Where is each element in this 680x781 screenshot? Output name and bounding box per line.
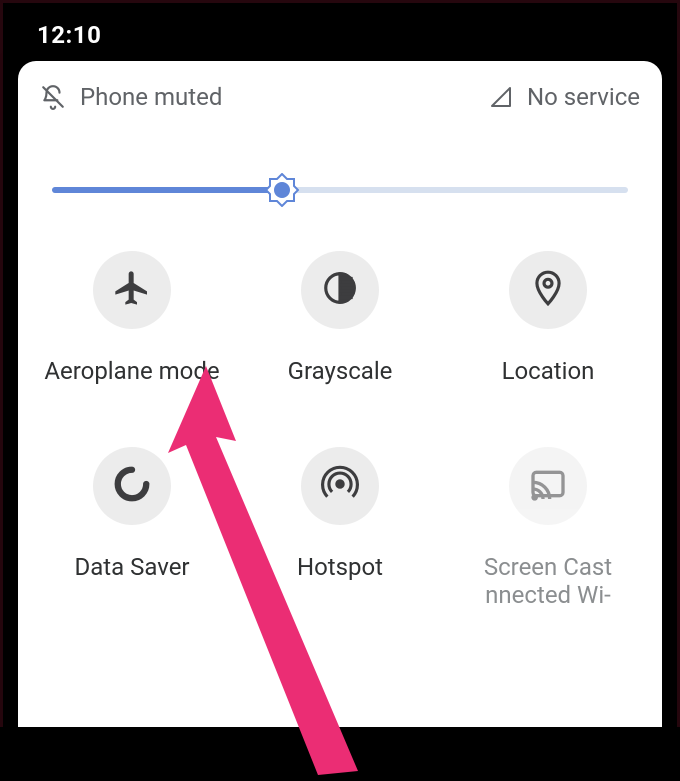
tile-location: Location [448, 251, 648, 387]
slider-thumb[interactable] [265, 173, 299, 207]
hotspot-label: Hotspot [297, 553, 383, 583]
grayscale-icon [321, 269, 359, 311]
grayscale-label: Grayscale [288, 357, 393, 387]
aeroplane-mode-icon [112, 268, 152, 312]
grayscale-toggle[interactable] [301, 251, 379, 329]
phone-muted-label: Phone muted [80, 83, 222, 111]
quick-settings-tiles: Aeroplane mode Grayscale Location Data Save… [18, 251, 662, 609]
tile-grayscale: Grayscale [240, 251, 440, 387]
data-saver-label: Data Saver [74, 553, 189, 583]
data-saver-icon [113, 465, 151, 507]
screen-cast-icon [528, 464, 568, 508]
aeroplane-mode-label: Aeroplane mode [44, 357, 219, 387]
hotspot-toggle[interactable] [301, 447, 379, 525]
status-row: Phone muted No service [18, 83, 662, 111]
quick-settings-panel: Phone muted No service Aeroplane mode Gra… [18, 61, 662, 727]
bell-off-icon [40, 84, 66, 110]
hotspot-icon [321, 465, 359, 507]
tile-data-saver: Data Saver [32, 447, 232, 609]
screen-cast-label: Screen Cast nnected Wi- [484, 553, 612, 609]
phone-muted-status[interactable]: Phone muted [40, 83, 222, 111]
status-bar-time: 12:10 [37, 21, 101, 49]
brightness-slider[interactable] [52, 175, 628, 205]
no-service-status[interactable]: No service [489, 83, 640, 111]
tile-hotspot: Hotspot [240, 447, 440, 609]
location-label: Location [502, 357, 595, 387]
location-icon [529, 269, 567, 311]
aeroplane-mode-toggle[interactable] [93, 251, 171, 329]
screen-cast-toggle[interactable] [509, 447, 587, 525]
tile-aeroplane-mode: Aeroplane mode [32, 251, 232, 387]
data-saver-toggle[interactable] [93, 447, 171, 525]
tile-screen-cast: Screen Cast nnected Wi- [448, 447, 648, 609]
signal-empty-icon [489, 85, 513, 109]
slider-fill [52, 187, 282, 193]
no-service-label: No service [527, 83, 640, 111]
location-toggle[interactable] [509, 251, 587, 329]
